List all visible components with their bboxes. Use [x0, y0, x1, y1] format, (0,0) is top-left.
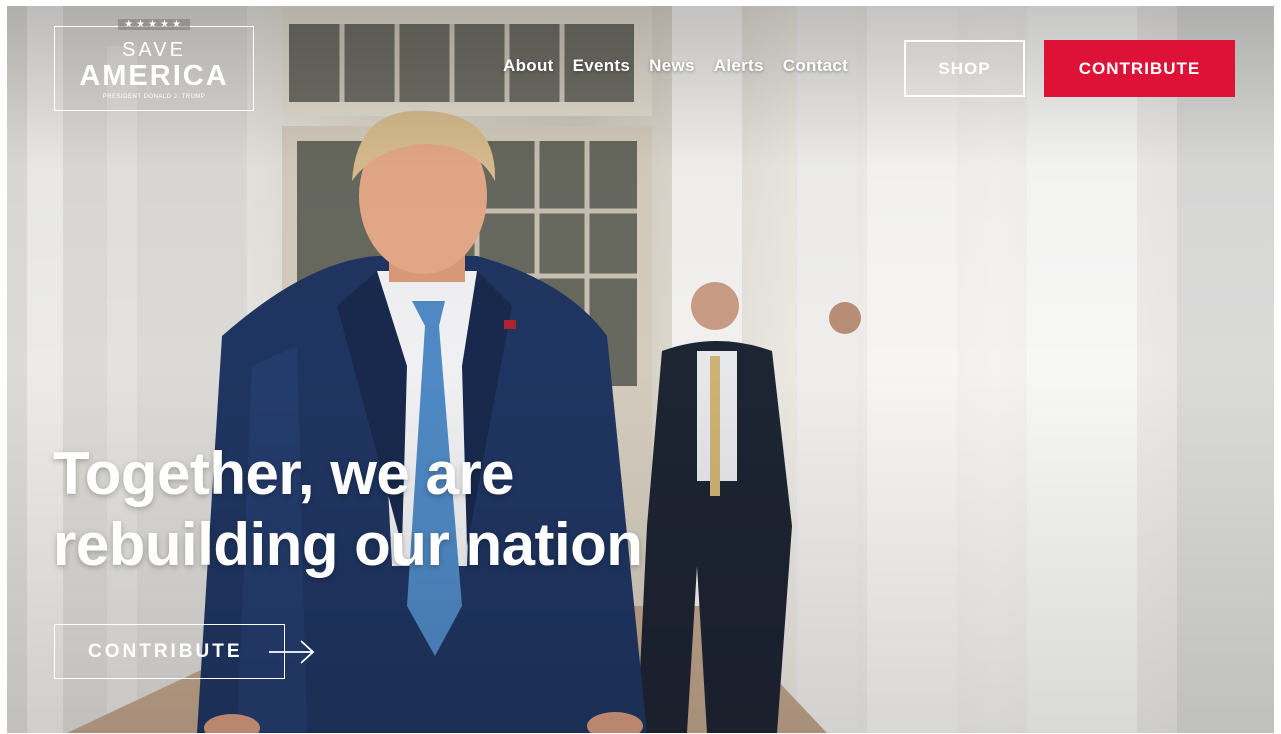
main-nav: About Events News Alerts Contact — [503, 56, 848, 76]
hero-headline-line-2: rebuilding our nation — [53, 511, 643, 578]
hero-contribute-button[interactable]: CONTRIBUTE — [54, 624, 315, 679]
nav-about-link[interactable]: About — [503, 56, 554, 76]
nav-news-link[interactable]: News — [649, 56, 695, 76]
logo-stars: ★★★★★ — [118, 19, 190, 30]
nav-events-link[interactable]: Events — [573, 56, 631, 76]
nav-contact-link[interactable]: Contact — [783, 56, 848, 76]
save-america-logo[interactable]: ★★★★★ SAVE AMERICA PRESIDENT DONALD J. T… — [54, 19, 254, 111]
hero-headline: Together, we are rebuilding our nation — [53, 438, 643, 580]
page-frame: ★★★★★ SAVE AMERICA PRESIDENT DONALD J. T… — [7, 6, 1274, 733]
shop-button[interactable]: SHOP — [904, 40, 1025, 97]
hero-contribute-label: CONTRIBUTE — [88, 641, 243, 662]
arrow-right-icon — [269, 640, 315, 664]
logo-subtitle: PRESIDENT DONALD J. TRUMP — [102, 94, 206, 100]
logo-line-save: SAVE — [122, 39, 186, 61]
hero-headline-line-1: Together, we are — [53, 440, 515, 507]
logo-line-america: AMERICA — [79, 60, 229, 92]
header-contribute-button[interactable]: CONTRIBUTE — [1044, 40, 1235, 97]
nav-alerts-link[interactable]: Alerts — [714, 56, 764, 76]
